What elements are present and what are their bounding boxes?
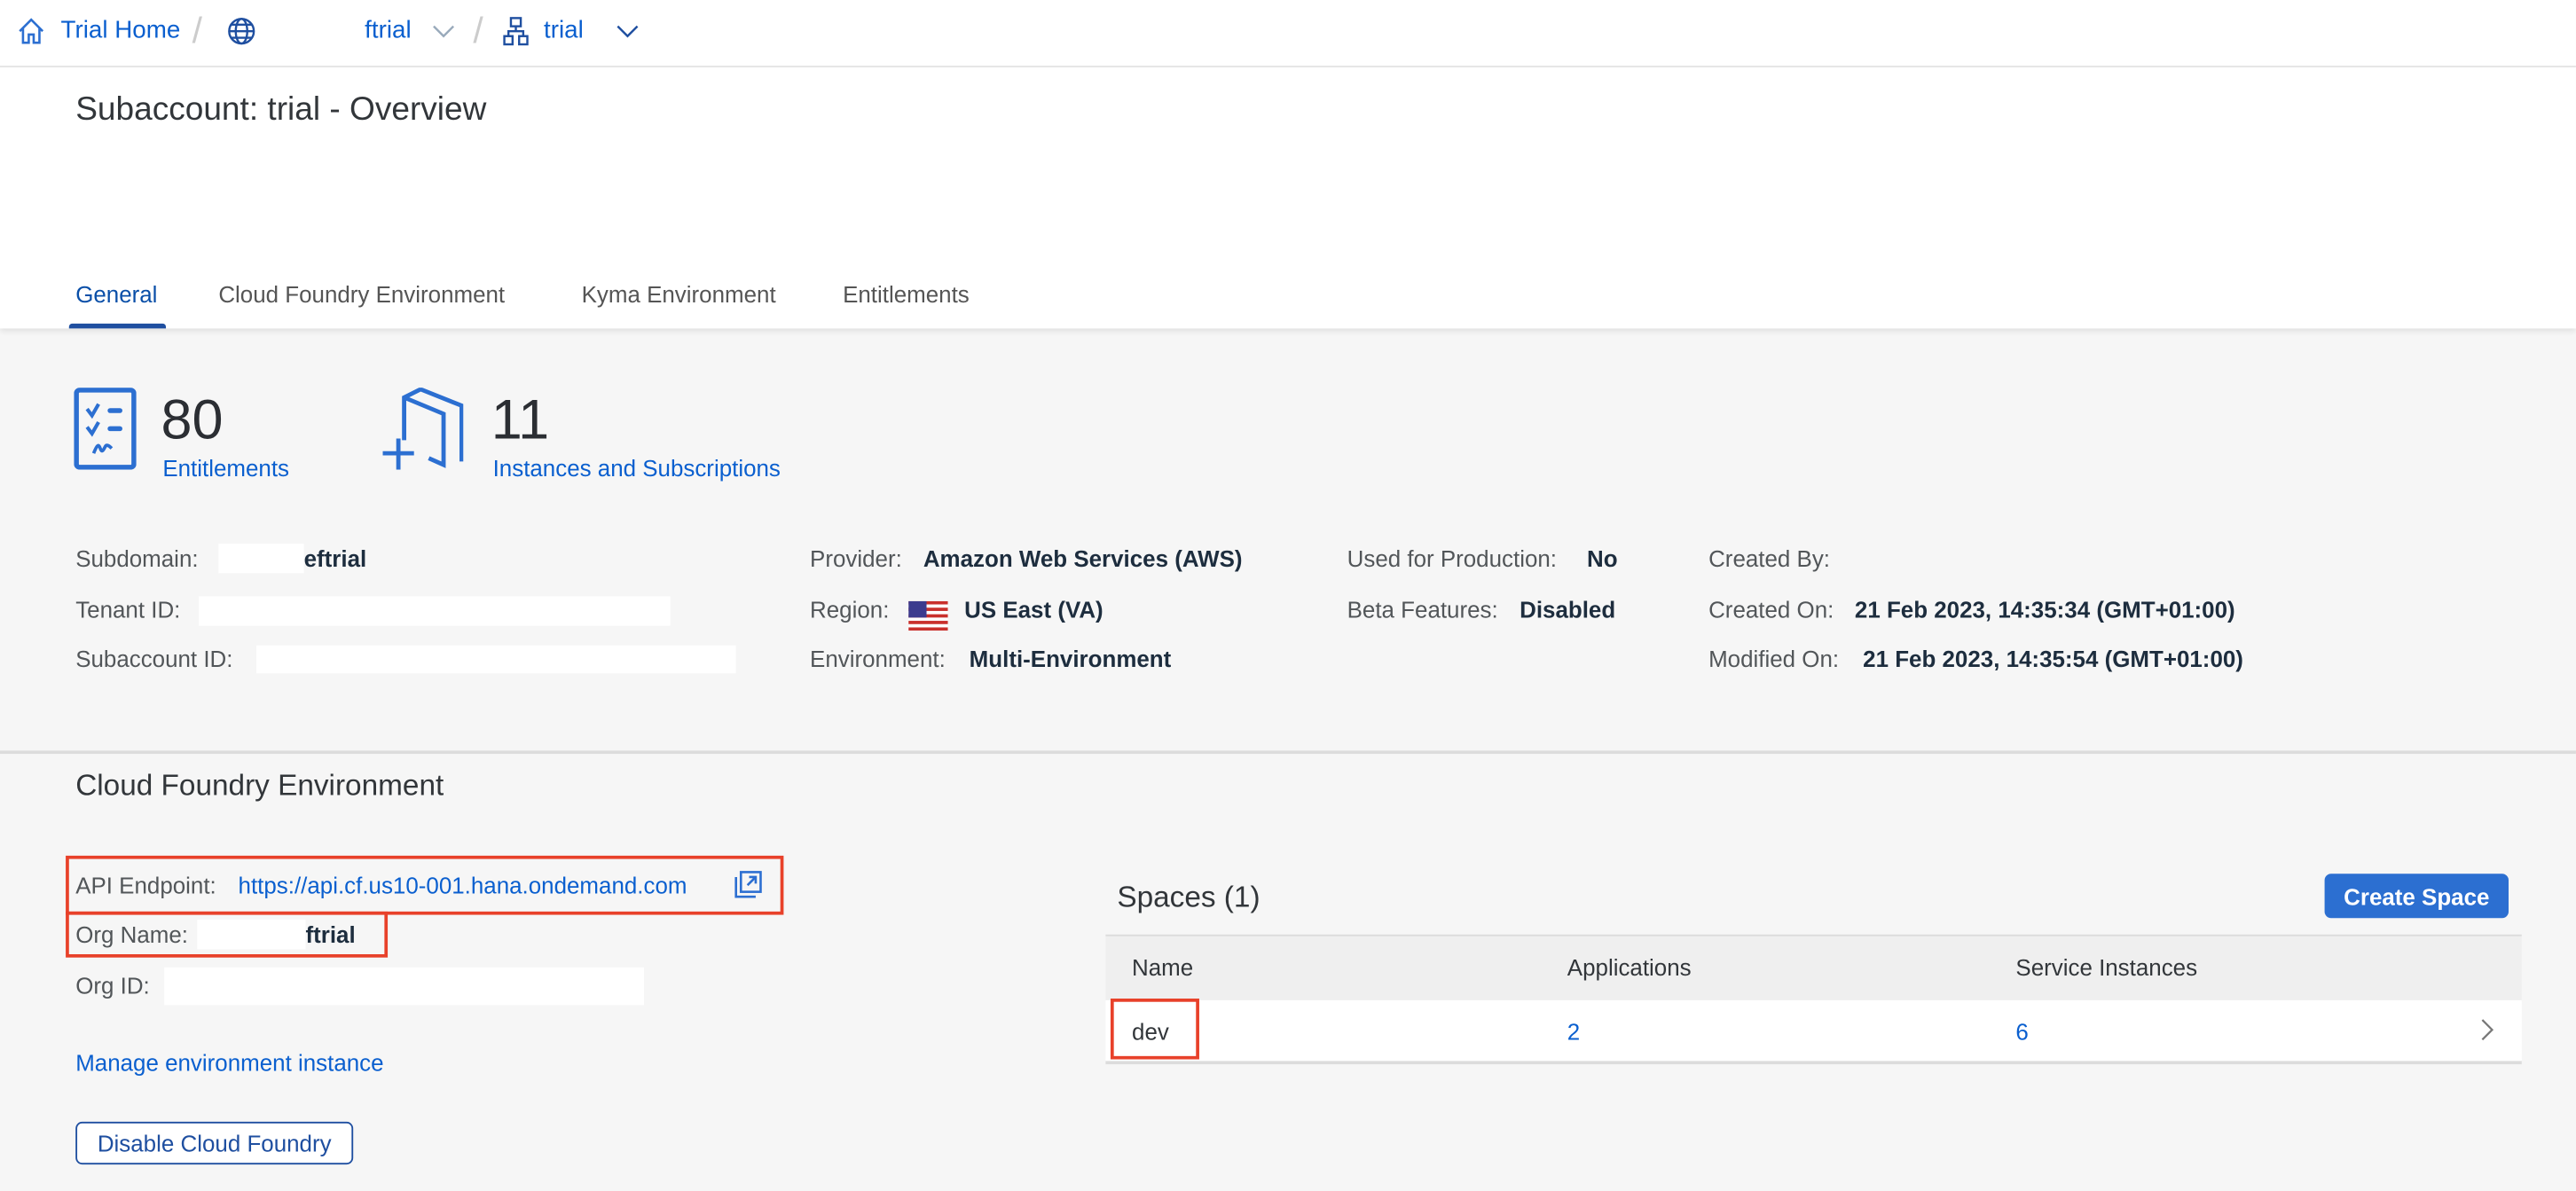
highlight-box — [66, 855, 784, 915]
breadcrumb-global-account[interactable]: ftrial — [365, 17, 411, 44]
region-label: Region: — [810, 596, 890, 623]
tab-entitlements[interactable]: Entitlements — [843, 281, 970, 308]
hierarchy-icon — [503, 17, 530, 46]
manage-environment-link[interactable]: Manage environment instance — [75, 1049, 383, 1076]
org-id-label: Org ID: — [75, 972, 150, 999]
column-header-name[interactable]: Name — [1132, 954, 1193, 981]
chevron-down-icon[interactable] — [617, 23, 640, 40]
created-on-value: 21 Feb 2023, 14:35:34 (GMT+01:00) — [1854, 596, 2235, 623]
subdomain-label: Subdomain: — [75, 545, 199, 572]
provider-label: Provider: — [810, 545, 902, 572]
created-by-label: Created By: — [1708, 545, 1831, 572]
cf-section-title: Cloud Foundry Environment — [75, 768, 444, 802]
redacted-area — [218, 544, 304, 574]
modified-on-label: Modified On: — [1708, 645, 1840, 672]
provider-value: Amazon Web Services (AWS) — [923, 545, 1243, 572]
tab-active-indicator — [68, 323, 167, 329]
used-for-production-value: No — [1587, 545, 1618, 572]
subaccount-id-label: Subaccount ID: — [75, 645, 233, 672]
tenant-id-label: Tenant ID: — [75, 596, 181, 623]
used-for-production-label: Used for Production: — [1347, 545, 1558, 572]
tab-cloud-foundry[interactable]: Cloud Foundry Environment — [218, 281, 505, 308]
environment-label: Environment: — [810, 645, 946, 672]
space-service-instances-count[interactable]: 6 — [2015, 1018, 2028, 1045]
kpi-entitlements-value: 80 — [161, 388, 224, 452]
page: Trial Home / ftrial / trial Subaccount: … — [0, 0, 2576, 1191]
tab-general[interactable]: General — [75, 281, 157, 308]
table-row[interactable] — [1105, 999, 2522, 1065]
spaces-title: Spaces (1) — [1117, 880, 1261, 913]
us-flag-icon — [908, 600, 948, 631]
redacted-area — [199, 596, 671, 626]
chevron-down-icon[interactable] — [432, 23, 455, 40]
highlight-box — [66, 911, 389, 958]
column-header-service-instances[interactable]: Service Instances — [2015, 954, 2197, 981]
create-space-button[interactable]: Create Space — [2324, 874, 2509, 919]
created-on-label: Created On: — [1708, 596, 1834, 623]
beta-features-value: Disabled — [1520, 596, 1616, 623]
add-instance-icon — [381, 388, 464, 470]
beta-features-label: Beta Features: — [1347, 596, 1498, 623]
kpi-instances-value: 11 — [491, 388, 550, 452]
modified-on-value: 21 Feb 2023, 14:35:54 (GMT+01:00) — [1863, 645, 2243, 672]
disable-cloud-foundry-button[interactable]: Disable Cloud Foundry — [75, 1121, 354, 1165]
region-value: US East (VA) — [964, 596, 1103, 623]
tab-kyma[interactable]: Kyma Environment — [582, 281, 776, 308]
highlight-box — [1110, 999, 1199, 1060]
globe-icon — [227, 17, 256, 46]
breadcrumb-subaccount[interactable]: trial — [544, 17, 584, 44]
space-applications-count[interactable]: 2 — [1567, 1018, 1580, 1045]
checklist-icon — [74, 388, 137, 470]
environment-value: Multi-Environment — [969, 645, 1172, 672]
spaces-table-header — [1105, 934, 2522, 1002]
breadcrumb-separator: / — [473, 10, 483, 51]
page-title: Subaccount: trial - Overview — [75, 91, 487, 129]
redacted-area — [164, 967, 644, 1006]
breadcrumb-separator: / — [192, 10, 203, 51]
section-divider — [0, 750, 2576, 755]
redacted-area — [255, 645, 736, 674]
kpi-instances-link[interactable]: Instances and Subscriptions — [493, 455, 781, 482]
column-header-applications[interactable]: Applications — [1567, 954, 1692, 981]
kpi-entitlements-link[interactable]: Entitlements — [162, 455, 289, 482]
chevron-right-icon[interactable] — [2481, 1018, 2494, 1041]
subdomain-value: eftrial — [303, 545, 367, 572]
breadcrumb-home[interactable]: Trial Home — [61, 17, 181, 44]
home-icon[interactable] — [17, 17, 46, 46]
